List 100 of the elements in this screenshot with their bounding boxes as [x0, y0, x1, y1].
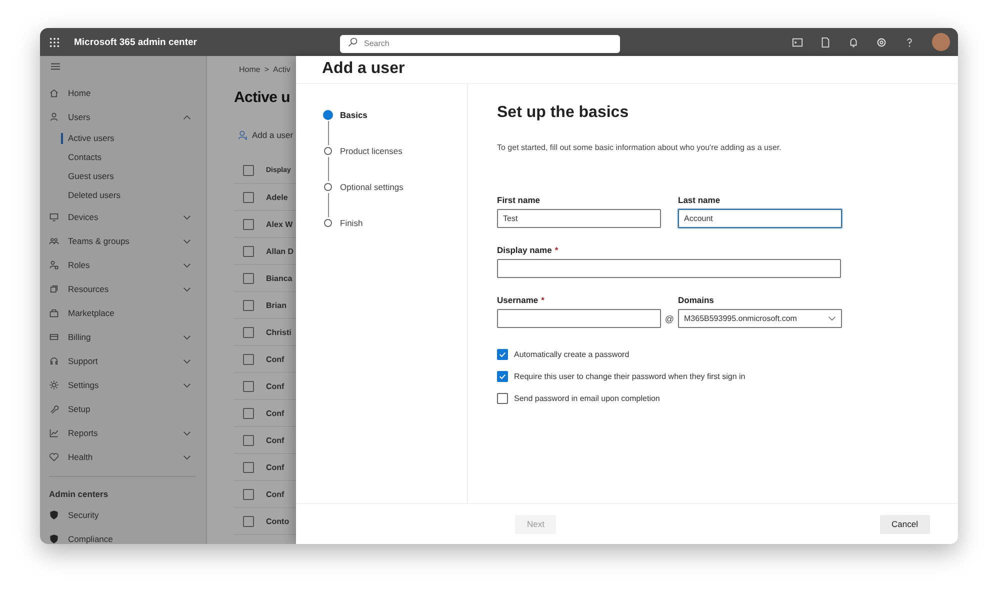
checkbox[interactable]: [243, 246, 254, 256]
field-label: Display name *: [497, 245, 560, 255]
section-title: Admin centers: [49, 488, 110, 501]
checkbox[interactable]: [243, 380, 254, 392]
nav-item[interactable]: Devices: [49, 205, 196, 229]
avatar[interactable]: [932, 33, 950, 51]
step-label[interactable]: Finish: [340, 218, 363, 228]
table-cell: Conf: [266, 490, 284, 498]
chevron-down-icon: [828, 316, 836, 321]
table-cell: Conto: [266, 516, 290, 526]
nav-item[interactable]: Security: [49, 503, 196, 527]
checkbox-label: Automatically create a password: [514, 350, 630, 358]
breadcrumb-item: Home: [239, 64, 260, 74]
username-field[interactable]: [497, 309, 661, 328]
domains-dropdown[interactable]: M365B593995.onmicrosoft.com: [678, 309, 842, 328]
table-cell: Conf: [266, 462, 284, 472]
checkbox[interactable]: [243, 192, 254, 202]
table-cell: Alex W: [266, 220, 293, 228]
step-label[interactable]: Optional settings: [340, 182, 404, 192]
checkbox[interactable]: [243, 408, 254, 418]
table-cell: Conf: [266, 408, 284, 418]
nav-item[interactable]: Settings: [49, 373, 196, 397]
last-name-field[interactable]: Account: [678, 209, 842, 228]
settings-icon[interactable]: [876, 36, 887, 48]
display-name-field[interactable]: [497, 259, 841, 278]
people-icon: [49, 236, 59, 246]
checkbox[interactable]: [243, 218, 254, 230]
checkbox[interactable]: [243, 462, 254, 472]
cancel-button[interactable]: Cancel: [880, 514, 930, 534]
nav-item[interactable]: Compliance: [49, 527, 196, 544]
breadcrumb-item: >: [264, 64, 270, 74]
field-label: Last name: [678, 195, 722, 205]
terminal-icon[interactable]: [792, 36, 803, 48]
intro-text: To get started, fill out some basic information about who you're adding as a user.: [497, 143, 782, 152]
chart-icon: [49, 428, 59, 438]
checkbox[interactable]: [243, 354, 254, 364]
nav-subitem[interactable]: Guest users: [49, 167, 196, 186]
checkbox[interactable]: [497, 370, 508, 382]
person-icon: [49, 112, 59, 122]
search-field[interactable]: Search: [340, 34, 620, 52]
nav-subitem[interactable]: Deleted users: [49, 186, 196, 205]
nav-item[interactable]: Resources: [49, 277, 196, 301]
person-badge-icon: [49, 260, 59, 270]
field-label: Domains: [678, 295, 715, 305]
notification-bell-icon[interactable]: [848, 36, 859, 48]
checkbox[interactable]: [243, 326, 254, 338]
nav-item[interactable]: Users: [49, 105, 196, 129]
field-label: First name: [497, 195, 541, 205]
nav-item[interactable]: Marketplace: [49, 301, 196, 325]
nav-subitem[interactable]: Contacts: [49, 148, 196, 167]
table-cell: Adele: [266, 192, 288, 202]
bag-icon: [49, 308, 59, 318]
checkbox-label: Send password in email upon completion: [514, 394, 660, 402]
card-icon: [49, 332, 59, 342]
nav-item[interactable]: Teams & groups: [49, 229, 196, 253]
nav-item[interactable]: Billing: [49, 325, 196, 349]
checkbox[interactable]: [243, 516, 254, 526]
checkbox[interactable]: [497, 348, 508, 360]
wrench-icon: [49, 404, 59, 414]
table-cell: Conf: [266, 354, 284, 364]
panel-title: Add a user: [296, 56, 958, 84]
checkbox[interactable]: [497, 392, 508, 404]
table-cell: Bianca: [266, 274, 292, 282]
checkbox[interactable]: [243, 272, 254, 284]
table-cell: Conf: [266, 382, 284, 390]
nav-item[interactable]: Support: [49, 349, 196, 373]
step-label[interactable]: Product licenses: [340, 146, 402, 156]
search-icon: [348, 37, 358, 47]
app-launcher-icon[interactable]: [49, 36, 60, 48]
document-icon[interactable]: [820, 36, 831, 48]
first-name-field[interactable]: Test: [497, 209, 661, 228]
field-label: Username *: [497, 295, 546, 305]
nav-subitem[interactable]: Active users: [49, 129, 196, 148]
heart-icon: [49, 452, 59, 462]
monitor-icon: [49, 212, 59, 222]
checkbox[interactable]: [243, 300, 254, 310]
checkbox[interactable]: [243, 488, 254, 500]
app-title: Microsoft 365 admin center: [74, 36, 198, 48]
table-cell: Brian: [266, 300, 286, 310]
step-label[interactable]: Basics: [340, 110, 368, 120]
nav-item[interactable]: Setup: [49, 397, 196, 421]
nav-item[interactable]: Roles: [49, 253, 196, 277]
headset-icon: [49, 356, 59, 366]
table-cell: Allan D: [266, 246, 294, 256]
table-cell: Conf: [266, 436, 284, 444]
stack-icon: [49, 284, 59, 294]
nav-item[interactable]: Home: [49, 81, 196, 105]
at-sign: @: [664, 314, 674, 324]
person-add-icon: [238, 130, 248, 140]
breadcrumb-item: Activ: [273, 64, 290, 74]
menu-icon[interactable]: [50, 62, 61, 71]
nav-item[interactable]: Health: [49, 445, 196, 469]
checkbox[interactable]: [243, 434, 254, 446]
form-heading: Set up the basics: [497, 104, 630, 123]
nav-item[interactable]: Reports: [49, 421, 196, 445]
shield-icon: [49, 534, 59, 544]
checkbox[interactable]: [243, 164, 254, 176]
add-user-button[interactable]: Add a user: [238, 127, 296, 143]
house-icon: [49, 88, 59, 98]
page-title: Active u: [234, 89, 291, 108]
